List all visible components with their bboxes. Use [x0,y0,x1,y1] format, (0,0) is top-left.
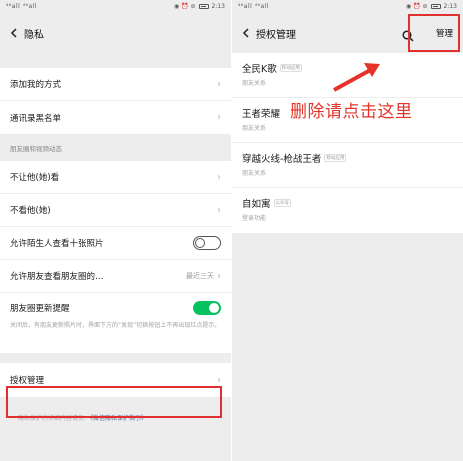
chevron-right-icon: › [217,171,221,183]
stranger-photos-toggle[interactable] [193,236,221,250]
annotation-text: 删除请点击这里 [290,102,413,122]
annotation-arrow-icon [333,63,380,92]
app-name: 王者荣耀 [242,109,281,120]
app-type-badge: 移动应用 [279,64,302,72]
chevron-right-icon: › [217,374,221,386]
permission-label: 朋友关系 [242,125,267,132]
app-name: 穿越火线-枪战王者 [242,154,322,165]
app-name: 全民K歌 [242,64,277,75]
moments-update-row: 朋友圈更新提醒 关闭后，有朋友更新照片时，界面下方的“发现”切换按钮上不再出现红… [0,293,231,353]
app-name: 自如寓 [242,199,271,210]
clock: 2:13 [211,3,225,10]
chevron-right-icon: › [217,270,221,282]
moments-section: 不让他(她)看 › 不看他(她) › 允许陌生人查看十张照片 允许朋友查看朋友圈… [0,161,231,353]
row-label: 朋友圈更新提醒 [10,304,70,314]
row-label: 不看他(她) [10,206,51,216]
nav-bar: 隐私 [0,13,231,53]
blacklist-row[interactable]: 通讯录黑名单 › [0,101,231,134]
row-label: 允许陌生人查看十张照片 [10,239,104,249]
status-icons: ◉ ⏰ ⊘ [173,3,196,10]
range-value: 最近三天 [186,272,214,280]
app-type-badge: 移动应用 [324,154,347,162]
moments-range-row[interactable]: 允许朋友查看朋友圈的… 最近三天 › [0,260,231,293]
moments-update-toggle[interactable] [193,301,221,315]
battery-icon [430,4,441,9]
app-type-badge: 公众号 [273,199,292,207]
row-label: 通讯录黑名单 [10,113,62,124]
contacts-section: 添加我的方式 › 通讯录黑名单 › [0,68,231,134]
highlight-box-auth [6,386,222,418]
stranger-photos-row: 允许陌生人查看十张照片 [0,227,231,260]
signal-indicator: ⁴⁶all ⁴⁶all [238,3,270,10]
chevron-right-icon: › [217,204,221,216]
back-arrow-icon[interactable] [8,27,20,39]
row-label: 授权管理 [10,376,45,386]
highlight-box-manage [408,14,460,52]
page-title: 授权管理 [256,29,296,41]
row-label: 添加我的方式 [10,80,62,90]
chevron-right-icon: › [217,78,221,90]
hide-their-moments-row[interactable]: 不看他(她) › [0,194,231,227]
clock: 2:13 [443,3,457,10]
permission-label: 登录功能 [242,215,267,222]
hide-my-moments-row[interactable]: 不让他(她)看 › [0,161,231,194]
list-item[interactable]: 自如寓 公众号 登录功能 [232,188,463,233]
row-label: 允许朋友查看朋友圈的… [10,272,104,282]
add-me-methods-row[interactable]: 添加我的方式 › [0,68,231,101]
signal-indicator: ⁴⁶all ⁴⁶all [6,3,38,10]
moments-update-description: 关闭后，有朋友更新照片时，界面下方的“发现”切换按钮上不再出现红点提示。 [10,322,221,329]
section-header: 朋友圈和视频动态 [10,144,62,153]
status-icons: ◉ ⏰ ⊘ [405,3,428,10]
status-bar: ⁴⁶all ⁴⁶all ◉ ⏰ ⊘ 2:13 [232,0,463,13]
back-arrow-icon[interactable] [240,27,252,39]
chevron-right-icon: › [217,112,221,123]
page-title: 隐私 [24,29,44,41]
status-bar: ⁴⁶all ⁴⁶all ◉ ⏰ ⊘ 2:13 [0,0,231,13]
permission-label: 朋友关系 [242,170,267,177]
list-item[interactable]: 穿越火线-枪战王者 移动应用 朋友关系 [232,143,463,188]
row-label: 不让他(她)看 [10,173,60,183]
battery-icon [198,4,209,9]
